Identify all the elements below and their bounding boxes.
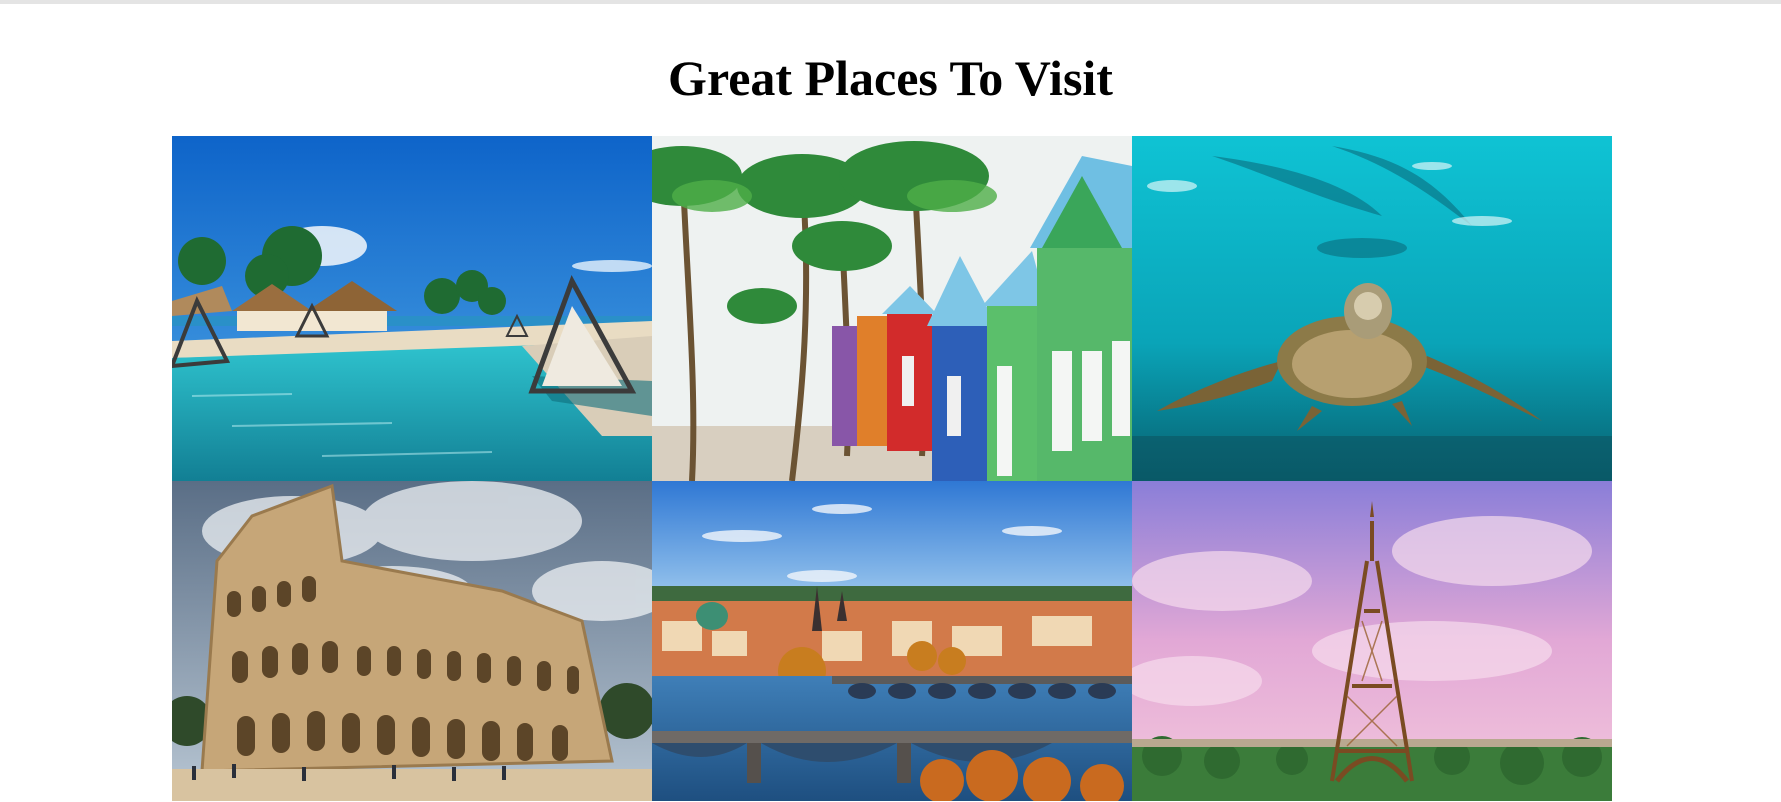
gallery-item-beach-huts[interactable] xyxy=(652,136,1132,481)
photo-gallery xyxy=(172,136,1612,801)
sea-turtle-image xyxy=(1132,136,1612,481)
beach-huts-image xyxy=(652,136,1132,481)
browser-top-border xyxy=(0,0,1781,4)
resort-pool-image xyxy=(172,136,652,481)
prague-bridges-image xyxy=(652,481,1132,801)
gallery-item-sea-turtle[interactable] xyxy=(1132,136,1612,481)
colosseum-image xyxy=(172,481,652,801)
gallery-item-prague-bridges[interactable] xyxy=(652,481,1132,801)
gallery-item-resort-pool[interactable] xyxy=(172,136,652,481)
eiffel-tower-image xyxy=(1132,481,1612,801)
gallery-item-eiffel-tower[interactable] xyxy=(1132,481,1612,801)
page-title: Great Places To Visit xyxy=(668,50,1113,106)
gallery-item-colosseum[interactable] xyxy=(172,481,652,801)
